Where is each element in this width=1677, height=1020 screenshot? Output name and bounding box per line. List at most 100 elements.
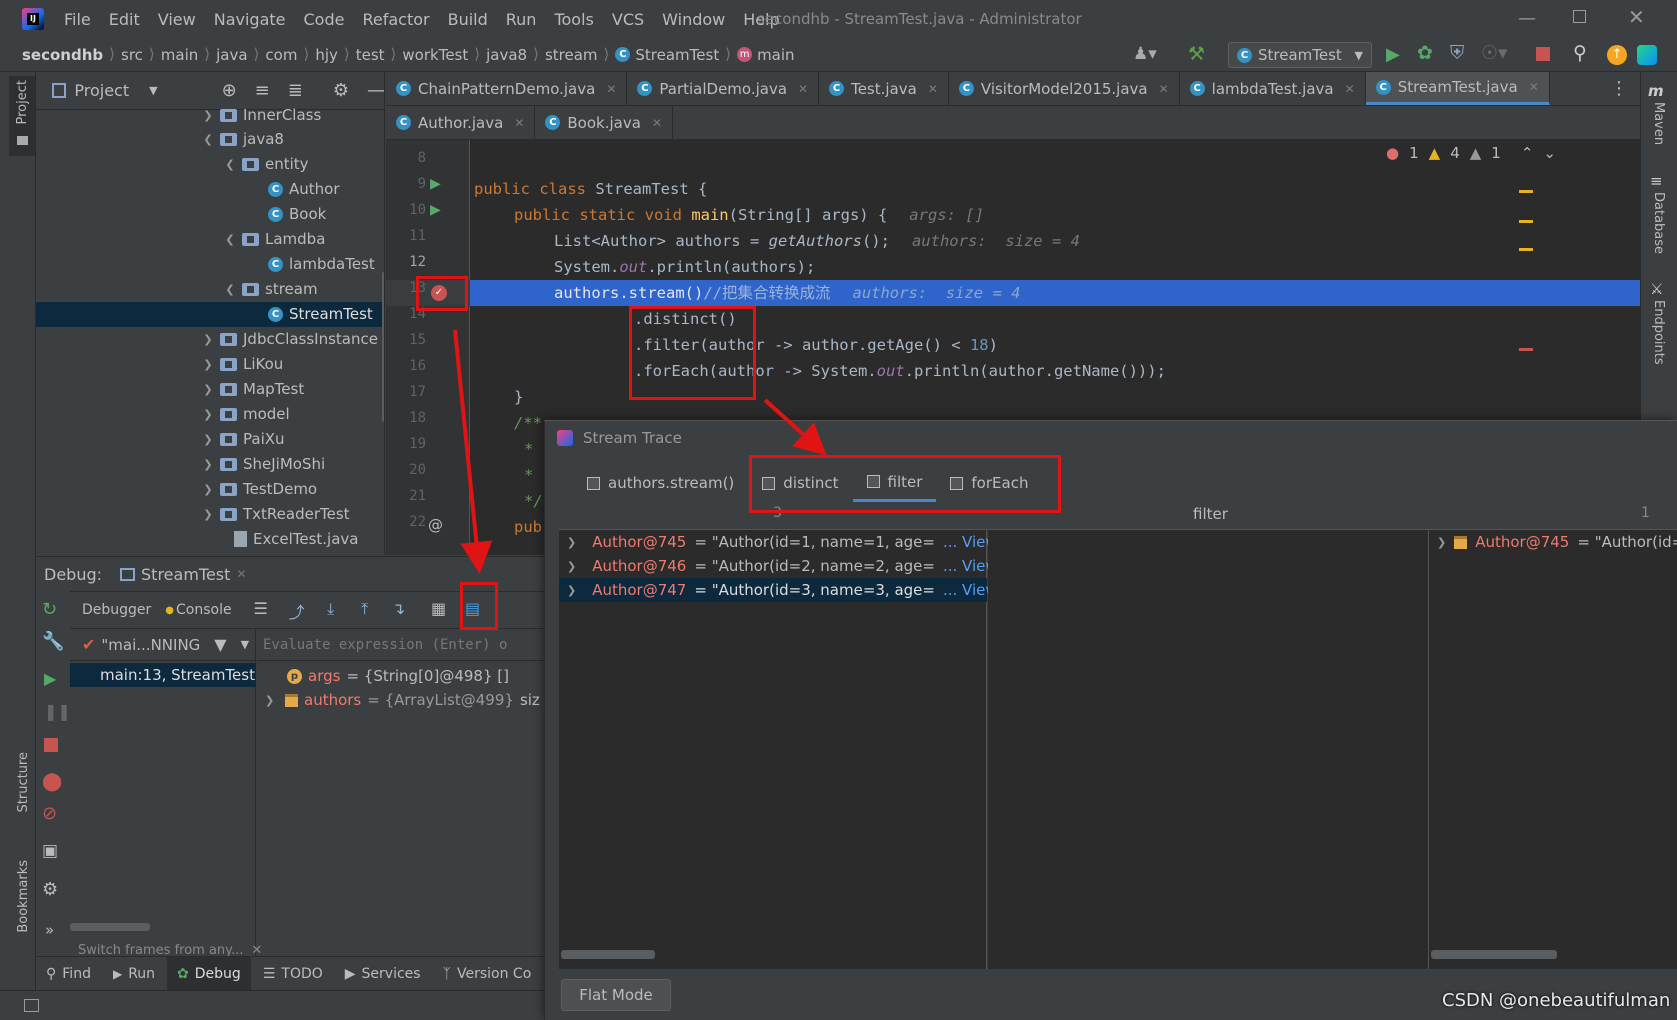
bottom-tab-debug[interactable]: ✿ Debug — [167, 956, 251, 991]
chevron-down-icon[interactable]: ❮ — [224, 158, 236, 171]
tab-chainpatterndemo[interactable]: C ChainPatternDemo.java ✕ — [386, 72, 628, 105]
coverage-icon[interactable]: ⛨ — [1450, 42, 1464, 64]
step-out-icon[interactable]: ⤒ — [354, 599, 376, 621]
close-icon[interactable]: ✕ — [514, 116, 524, 130]
inspection-summary[interactable]: ● 1 ▲ 4 ▲ 1 ⌃ ⌄ — [1386, 144, 1556, 162]
chevron-right-icon[interactable]: ❯ — [202, 433, 214, 446]
more-tabs-icon[interactable]: ⋮ — [1610, 78, 1640, 99]
trace-row-747[interactable]: ❯ Author@747 = "Author(id=3, name=3, age… — [559, 578, 998, 602]
resume-icon[interactable]: ▶ — [44, 669, 56, 688]
chevron-down-icon[interactable]: ▼ — [241, 638, 249, 651]
gear-icon[interactable]: ⚙ — [333, 80, 349, 101]
menu-edit[interactable]: Edit — [100, 10, 149, 29]
menu-view[interactable]: View — [149, 10, 205, 29]
menu-code[interactable]: Code — [295, 10, 354, 29]
breadcrumb-item[interactable]: hjy — [315, 46, 338, 64]
chevron-right-icon[interactable]: ❯ — [202, 358, 214, 371]
view-breakpoints-icon[interactable]: ⬤ — [42, 771, 62, 792]
right-list-scrollbar[interactable] — [1431, 950, 1557, 959]
menu-run[interactable]: Run — [497, 10, 546, 29]
tab-visitormodel2015[interactable]: C VisitorModel2015.java ✕ — [949, 72, 1180, 105]
tree-folder-model[interactable]: ❯ model — [202, 402, 289, 426]
breadcrumb-item[interactable]: stream — [545, 46, 598, 64]
close-icon[interactable]: ✕ — [236, 567, 246, 581]
tree-folder-innerclass[interactable]: ❯ InnerClass — [202, 103, 321, 127]
stop-icon[interactable] — [1536, 47, 1550, 61]
run-icon[interactable]: ▶ — [1386, 44, 1400, 65]
collapse-all-icon[interactable]: ≣ — [288, 80, 303, 101]
menu-window[interactable]: Window — [653, 10, 734, 29]
plugin-logo-icon[interactable] — [1637, 45, 1657, 65]
maven-side-label[interactable]: Maven — [1651, 102, 1666, 145]
frames-scrollbar[interactable] — [70, 923, 150, 931]
tree-class-book[interactable]: C Book — [268, 202, 326, 226]
menu-file[interactable]: File — [64, 10, 100, 29]
bottom-tab-run[interactable]: ▶ Run — [103, 966, 165, 982]
tab-lambdatest[interactable]: ClambdaTest.java ✕ — [1180, 72, 1366, 105]
hide-icon[interactable]: — — [367, 80, 384, 101]
breadcrumb-item[interactable]: main — [757, 46, 794, 64]
bottom-tab-version-control[interactable]: ᛉ Version Co — [433, 966, 542, 982]
evaluate-expression-input[interactable]: Evaluate expression (Enter) o — [257, 629, 544, 661]
minimize-button[interactable]: — — [1518, 8, 1536, 29]
tree-folder-shejimoshi[interactable]: ❯ SheJiMoShi — [202, 452, 325, 476]
bottom-tab-find[interactable]: ⚲ Find — [36, 966, 101, 982]
tree-folder-maptest[interactable]: ❯ MapTest — [202, 377, 304, 401]
expand-all-icon[interactable]: ≡ — [255, 80, 270, 101]
chevron-down-icon[interactable]: ❮ — [224, 283, 236, 296]
chevron-right-icon[interactable]: ❯ — [265, 694, 279, 707]
more-icon[interactable]: » — [45, 921, 54, 939]
trace-row-right-745[interactable]: ❯ Author@745 = "Author(id= — [1429, 530, 1677, 554]
tree-class-streamtest[interactable]: C StreamTest — [268, 302, 373, 326]
tree-folder-testdemo[interactable]: ❯ TestDemo — [202, 477, 317, 501]
evaluate-icon[interactable]: ▦ — [428, 599, 450, 621]
project-scrollbar[interactable] — [382, 272, 384, 422]
breadcrumb-item[interactable]: secondhb — [22, 46, 103, 64]
close-window-button[interactable]: ✕ — [1628, 5, 1645, 29]
chevron-right-icon[interactable]: ❯ — [202, 109, 214, 122]
tab-streamtest[interactable]: C StreamTest.java ✕ — [1365, 72, 1550, 105]
status-layout-icon[interactable] — [24, 999, 39, 1012]
breadcrumb-item[interactable]: com — [265, 46, 297, 64]
tree-folder-likou[interactable]: ❯ LiKou — [202, 352, 283, 376]
chevron-up-icon[interactable]: ⌃ — [1521, 144, 1534, 162]
close-icon[interactable]: ✕ — [1159, 82, 1169, 96]
tree-class-lambdatest[interactable]: ClambdaTest — [268, 252, 375, 276]
tree-folder-lamdba[interactable]: ❮ Lamdba — [224, 227, 325, 251]
bottom-tab-services[interactable]: ▶ Services — [335, 966, 431, 982]
database-side-label[interactable]: Database — [1651, 192, 1666, 254]
tab-stream-authors[interactable]: authors.stream() — [565, 464, 748, 502]
breadcrumb-item[interactable]: test — [356, 46, 385, 64]
tree-folder-stream[interactable]: ❮ stream — [224, 277, 317, 301]
chevron-down-icon[interactable]: ❮ — [202, 133, 214, 146]
pause-icon[interactable]: ❚❚ — [44, 702, 71, 721]
bookmarks-side-label[interactable]: Bookmarks — [16, 860, 31, 933]
menu-tools[interactable]: Tools — [545, 10, 602, 29]
chevron-down-icon[interactable]: ▼ — [149, 84, 157, 97]
tree-class-author[interactable]: C Author — [268, 177, 340, 201]
chevron-right-icon[interactable]: ❯ — [202, 408, 214, 421]
chevron-right-icon[interactable]: ❯ — [202, 383, 214, 396]
search-icon[interactable]: ⚲ — [1573, 42, 1587, 64]
tree-folder-entity[interactable]: ❮ entity — [224, 152, 308, 176]
chevron-right-icon[interactable]: ❯ — [567, 584, 576, 597]
variable-row-authors[interactable]: ❯ authors = {ArrayList@499} siz — [265, 691, 540, 709]
filter-icon[interactable]: ▼ — [214, 635, 226, 654]
menu-vcs[interactable]: VCS — [603, 10, 653, 29]
rerun-icon[interactable]: ↻ — [42, 599, 57, 620]
tab-partialdemo[interactable]: C PartialDemo.java ✕ — [627, 72, 820, 105]
camera-icon[interactable]: ▣ — [42, 841, 58, 861]
trace-row-746[interactable]: ❯ Author@746 = "Author(id=2, name=2, age… — [559, 554, 998, 578]
chevron-right-icon[interactable]: ❯ — [567, 536, 576, 549]
tree-folder-paixu[interactable]: ❯ PaiXu — [202, 427, 284, 451]
tab-debugger[interactable]: Debugger — [70, 602, 161, 618]
profile-icon[interactable]: ☉▾ — [1481, 42, 1508, 64]
thread-selector[interactable]: ✔ "mai...NNING ▼ ▼ — [70, 629, 256, 661]
breadcrumb-item[interactable]: main — [161, 46, 198, 64]
tree-folder-txtreadertest[interactable]: ❯ TxtReaderTest — [202, 502, 349, 526]
tree-file-exceltest[interactable]: ExcelTest.java — [224, 527, 358, 551]
flat-mode-button[interactable]: Flat Mode — [561, 979, 671, 1011]
run-gutter-icon[interactable]: ▶ — [430, 202, 441, 218]
close-icon[interactable]: ✕ — [1345, 82, 1355, 96]
tree-folder-jdbcclassinstance[interactable]: ❯ JdbcClassInstance — [202, 327, 378, 351]
